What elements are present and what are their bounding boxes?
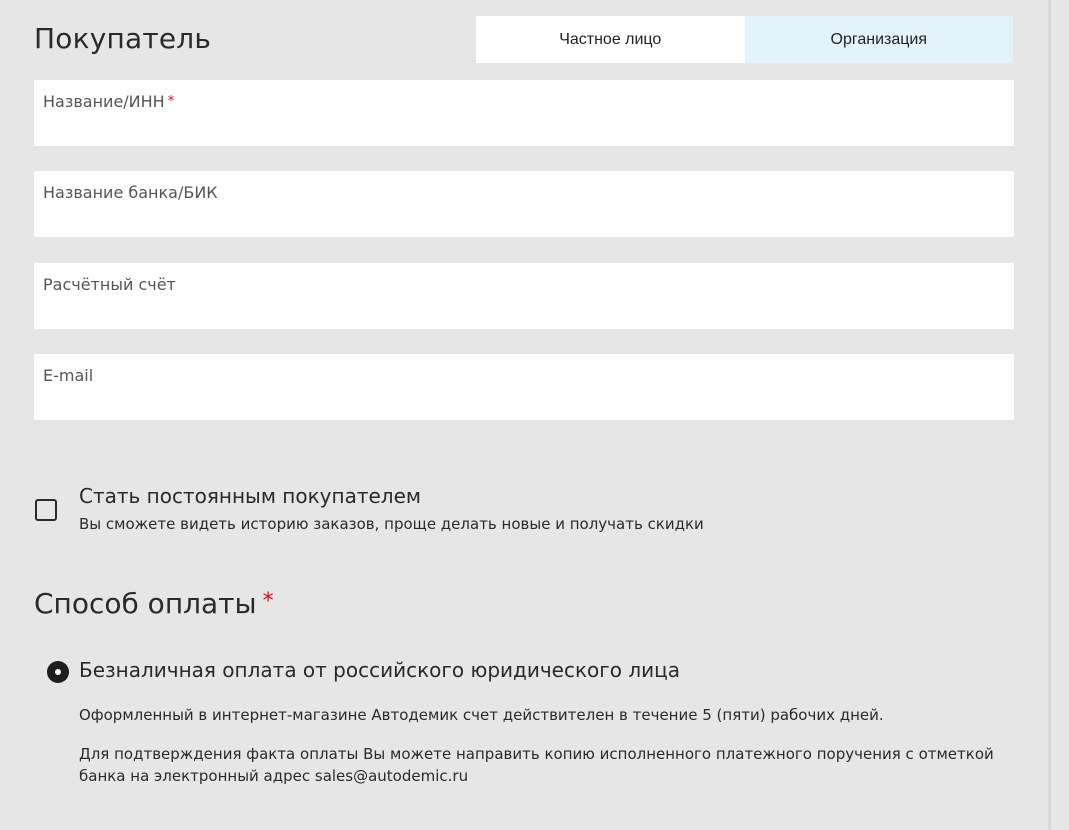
- loyal-customer-label[interactable]: Стать постоянным покупателем: [79, 484, 421, 508]
- cashless-payment-radio[interactable]: [47, 661, 69, 683]
- page-right-border: [1048, 0, 1051, 830]
- required-asterisk: *: [167, 94, 175, 109]
- tab-private-person[interactable]: Частное лицо: [476, 16, 745, 63]
- required-asterisk: *: [262, 589, 274, 614]
- buyer-section-title: Покупатель: [34, 22, 212, 55]
- cashless-payment-label[interactable]: Безналичная оплата от российского юридич…: [79, 658, 680, 682]
- bank-name-bik-field[interactable]: Название банка/БИК: [34, 171, 1014, 237]
- invoice-validity-note: Оформленный в интернет-магазине Автодеми…: [79, 706, 884, 724]
- settlement-account-field[interactable]: Расчётный счёт: [34, 263, 1014, 329]
- company-name-inn-input[interactable]: [43, 114, 1005, 138]
- bank-name-bik-input[interactable]: [43, 205, 1005, 229]
- loyal-customer-checkbox[interactable]: [35, 499, 57, 521]
- payment-confirmation-note: Для подтверждения факта оплаты Вы можете…: [79, 745, 994, 785]
- email-input[interactable]: [43, 388, 1005, 412]
- bank-name-bik-label: Название банка/БИК: [43, 183, 218, 202]
- payment-method-title: Способ оплаты *: [34, 587, 274, 620]
- company-name-inn-field[interactable]: Название/ИНН *: [34, 80, 1014, 146]
- radio-selected-dot: [55, 669, 61, 675]
- settlement-account-input[interactable]: [43, 297, 1005, 321]
- buyer-type-toggle: Частное лицо Организация: [476, 16, 1013, 63]
- loyal-customer-description: Вы сможете видеть историю заказов, проще…: [79, 515, 704, 533]
- email-field[interactable]: E-mail: [34, 354, 1014, 420]
- tab-organization[interactable]: Организация: [744, 16, 1013, 63]
- settlement-account-label: Расчётный счёт: [43, 275, 176, 294]
- company-name-inn-label: Название/ИНН *: [43, 92, 175, 111]
- email-label: E-mail: [43, 366, 94, 385]
